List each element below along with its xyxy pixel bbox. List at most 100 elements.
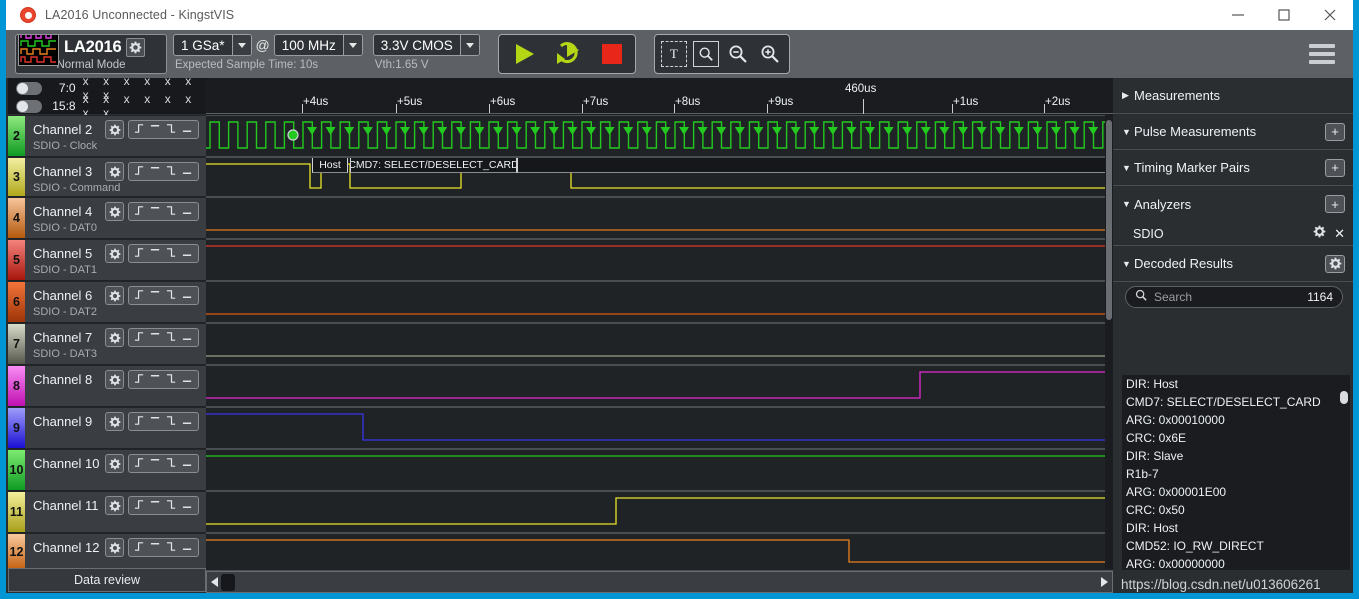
low-level-icon[interactable] (182, 121, 193, 139)
channel-trigger-conditions-8[interactable] (128, 370, 199, 389)
waveform-row-11[interactable] (206, 491, 1113, 533)
low-level-icon[interactable] (182, 163, 193, 181)
low-level-icon[interactable] (182, 203, 193, 221)
waveform-row-3[interactable]: Host CMD7: SELECT/DESELECT_CARD (206, 157, 1113, 197)
zoom-in-button[interactable] (757, 41, 783, 67)
maximize-button[interactable] (1261, 0, 1307, 30)
add-timing-marker-pair-button[interactable]: + (1325, 158, 1345, 177)
channel-trigger-conditions-2[interactable] (128, 120, 199, 139)
channel-row-2[interactable]: 2 Channel 2 SDIO - Clock (8, 115, 206, 157)
minimize-button[interactable] (1215, 0, 1261, 30)
falling-edge-icon[interactable] (166, 329, 177, 347)
falling-edge-icon[interactable] (166, 497, 177, 515)
start-capture-button[interactable] (507, 39, 541, 69)
device-box[interactable]: LA2016 Normal Mode (15, 34, 167, 74)
low-level-icon[interactable] (182, 371, 193, 389)
falling-edge-icon[interactable] (166, 287, 177, 305)
repeat-capture-button[interactable] (551, 39, 587, 69)
channel-settings-gear-icon-11[interactable] (105, 496, 124, 515)
channel-row-9[interactable]: 9 Channel 9 (8, 407, 206, 449)
chevron-down-icon[interactable] (459, 35, 479, 55)
high-level-icon[interactable] (150, 287, 161, 305)
channel-trigger-conditions-5[interactable] (128, 244, 199, 263)
data-review-button[interactable]: Data review (8, 568, 206, 592)
falling-edge-icon[interactable] (166, 371, 177, 389)
rising-edge-icon[interactable] (134, 121, 145, 139)
decoded-result-item[interactable]: DIR: Host (1122, 375, 1350, 393)
channel-trigger-conditions-6[interactable] (128, 286, 199, 305)
add-analyzer-button[interactable]: + (1325, 195, 1345, 213)
waveform-row-7[interactable] (206, 323, 1113, 365)
decoded-result-item[interactable]: CRC: 0x6E (1122, 429, 1350, 447)
search-input-placeholder[interactable]: Search (1154, 290, 1307, 304)
channel-settings-gear-icon-7[interactable] (105, 328, 124, 347)
channel-trigger-conditions-4[interactable] (128, 202, 199, 221)
voltage-level-combo[interactable]: 3.3V CMOS (372, 34, 480, 56)
decoded-result-item[interactable]: DIR: Host (1122, 519, 1350, 537)
falling-edge-icon[interactable] (166, 121, 177, 139)
channel-settings-gear-icon-3[interactable] (105, 162, 124, 181)
decode-bubble-0[interactable]: Host (312, 158, 348, 173)
low-level-icon[interactable] (182, 245, 193, 263)
channel-trigger-conditions-7[interactable] (128, 328, 199, 347)
chevron-down-icon[interactable]: ▼ (1122, 259, 1134, 269)
rising-edge-icon[interactable] (134, 371, 145, 389)
low-level-icon[interactable] (182, 539, 193, 557)
rising-edge-icon[interactable] (134, 413, 145, 431)
zoom-out-button[interactable] (725, 41, 751, 67)
channel-row-5[interactable]: 5 Channel 5 SDIO - DAT1 (8, 239, 206, 281)
device-settings-gear-icon[interactable] (125, 37, 145, 57)
hamburger-menu-icon[interactable] (1309, 44, 1335, 64)
rising-edge-icon[interactable] (134, 163, 145, 181)
channel-row-4[interactable]: 4 Channel 4 SDIO - DAT0 (8, 197, 206, 239)
chevron-down-icon[interactable] (342, 35, 362, 55)
channel-trigger-conditions-3[interactable] (128, 162, 199, 181)
channel-row-10[interactable]: 10 Channel 10 (8, 449, 206, 491)
rising-edge-icon[interactable] (134, 329, 145, 347)
channel-settings-gear-icon-5[interactable] (105, 244, 124, 263)
channel-row-8[interactable]: 8 Channel 8 (8, 365, 206, 407)
high-level-icon[interactable] (150, 329, 161, 347)
channel-settings-gear-icon-2[interactable] (105, 120, 124, 139)
waveform-vertical-scrollbar[interactable] (1105, 114, 1113, 569)
channel-row-6[interactable]: 6 Channel 6 SDIO - DAT2 (8, 281, 206, 323)
section-measurements[interactable]: ▶ Measurements (1113, 78, 1353, 114)
timeline-ruler[interactable]: 460us +4us +5us +6us +7us +8us +9us +1us +2us (206, 78, 1113, 114)
digital-toggle-7-0[interactable] (16, 81, 42, 95)
high-level-icon[interactable] (150, 455, 161, 473)
channel-settings-gear-icon-9[interactable] (105, 412, 124, 431)
waveform-row-8[interactable] (206, 365, 1113, 407)
waveform-row-4[interactable] (206, 197, 1113, 239)
horizontal-scrollbar[interactable] (206, 571, 1113, 593)
section-analyzers[interactable]: ▼ Analyzers + (1113, 186, 1353, 222)
falling-edge-icon[interactable] (166, 245, 177, 263)
high-level-icon[interactable] (150, 539, 161, 557)
channel-trigger-conditions-12[interactable] (128, 538, 199, 557)
decoded-result-item[interactable]: CRC: 0x50 (1122, 501, 1350, 519)
waveform-row-9[interactable] (206, 407, 1113, 449)
falling-edge-icon[interactable] (166, 203, 177, 221)
channel-settings-gear-icon-8[interactable] (105, 370, 124, 389)
high-level-icon[interactable] (150, 371, 161, 389)
falling-edge-icon[interactable] (166, 413, 177, 431)
waveform-row-12[interactable] (206, 533, 1113, 571)
low-level-icon[interactable] (182, 413, 193, 431)
close-button[interactable] (1307, 0, 1353, 30)
channel-settings-gear-icon-6[interactable] (105, 286, 124, 305)
high-level-icon[interactable] (150, 413, 161, 431)
chevron-right-icon[interactable]: ▶ (1122, 90, 1134, 101)
falling-edge-icon[interactable] (166, 539, 177, 557)
horizontal-scroll-thumb[interactable] (221, 574, 235, 591)
analyzer-item-sdio[interactable]: SDIO ✕ (1113, 222, 1353, 246)
waveform-canvas[interactable]: 460us +4us +5us +6us +7us +8us +9us +1us +2us Ho… (206, 78, 1113, 593)
decode-bubble-empty[interactable] (517, 158, 1113, 173)
decoded-result-item[interactable]: R1b-7 (1122, 465, 1350, 483)
decoded-results-settings-gear-icon[interactable] (1325, 254, 1345, 273)
channel-settings-gear-icon-4[interactable] (105, 202, 124, 221)
channel-trigger-conditions-11[interactable] (128, 496, 199, 515)
low-level-icon[interactable] (182, 455, 193, 473)
chevron-down-icon[interactable]: ▼ (1122, 199, 1134, 209)
low-level-icon[interactable] (182, 497, 193, 515)
decode-bubble-1[interactable]: CMD7: SELECT/DESELECT_CARD (350, 158, 517, 173)
low-level-icon[interactable] (182, 329, 193, 347)
